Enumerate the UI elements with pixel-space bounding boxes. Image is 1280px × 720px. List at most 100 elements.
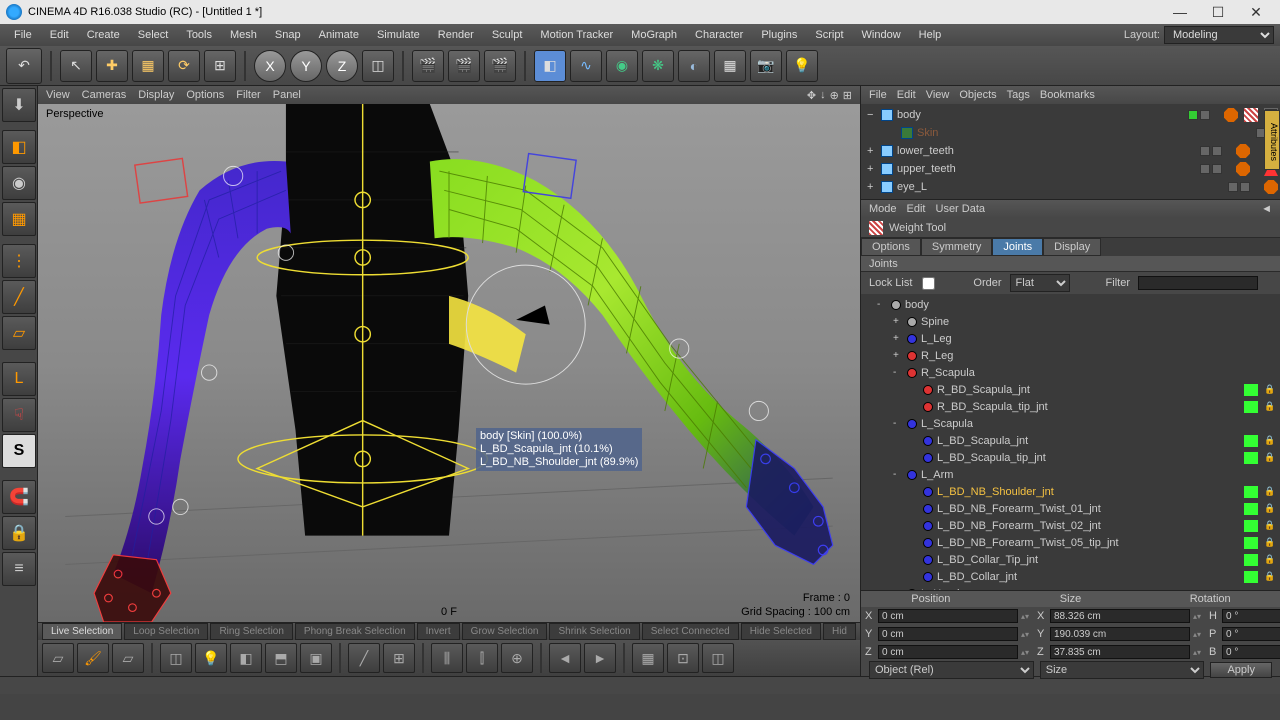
joint-row[interactable]: L_BD_NB_Forearm_Twist_05_tip_jnt🔒	[861, 534, 1280, 551]
workplane-mode[interactable]: ▦	[2, 202, 36, 236]
weight-swatch[interactable]	[1244, 401, 1258, 413]
weight-swatch[interactable]	[1244, 452, 1258, 464]
joint-row[interactable]: -L_Arm	[861, 466, 1280, 483]
lock-icon[interactable]: 🔒	[1264, 384, 1274, 395]
weight-swatch[interactable]	[1244, 435, 1258, 447]
rotate-tool[interactable]: ⟳	[168, 50, 200, 82]
sel-hide[interactable]: Hide Selected	[741, 623, 821, 640]
om-objects[interactable]: Objects	[959, 89, 996, 101]
move-tool[interactable]: ✚	[96, 50, 128, 82]
lock-mode[interactable]: 🔒	[2, 516, 36, 550]
maximize-button[interactable]: ☐	[1200, 2, 1236, 22]
vp-menu-filter[interactable]: Filter	[236, 89, 260, 101]
weight-swatch[interactable]	[1244, 486, 1258, 498]
joint-row[interactable]: L_BD_NB_Shoulder_jnt🔒	[861, 483, 1280, 500]
coord-input[interactable]	[1050, 645, 1190, 659]
weight-swatch[interactable]	[1244, 503, 1258, 515]
sel-hid[interactable]: Hid	[823, 623, 856, 640]
attributes-side-tab[interactable]: Attributes	[1264, 110, 1280, 170]
add-lamp[interactable]: 💡	[786, 50, 818, 82]
mt-next[interactable]: ►	[584, 643, 616, 673]
mt-slide[interactable]: ⫼	[431, 643, 463, 673]
coord-input[interactable]	[878, 645, 1018, 659]
coord-input[interactable]	[878, 627, 1018, 641]
coord-input[interactable]	[1222, 627, 1280, 641]
menu-help[interactable]: Help	[911, 26, 950, 44]
spinner-icon[interactable]: ▴▾	[1021, 630, 1029, 639]
weight-swatch[interactable]	[1244, 571, 1258, 583]
joints-tree[interactable]: -body+Spine+L_Leg+R_Leg-R_ScapulaR_BD_Sc…	[861, 294, 1280, 590]
om-bookmarks[interactable]: Bookmarks	[1040, 89, 1095, 101]
mt-create[interactable]: ▱	[42, 643, 74, 673]
lock-icon[interactable]: 🔒	[1264, 503, 1274, 514]
y-axis-lock[interactable]: Y	[290, 50, 322, 82]
undo-button[interactable]: ↶	[6, 48, 42, 84]
joint-row[interactable]: R_BD_Scapula_tip_jnt🔒	[861, 398, 1280, 415]
scale-tool[interactable]: ▦	[132, 50, 164, 82]
z-axis-lock[interactable]: Z	[326, 50, 358, 82]
joint-row[interactable]: -R_Scapula	[861, 364, 1280, 381]
joint-row[interactable]: +R_Leg	[861, 347, 1280, 364]
menu-window[interactable]: Window	[854, 26, 909, 44]
sel-ring[interactable]: Ring Selection	[210, 623, 292, 640]
model-mode[interactable]: ◧	[2, 130, 36, 164]
mt-loop[interactable]: ⊞	[383, 643, 415, 673]
menu-render[interactable]: Render	[430, 26, 482, 44]
apply-button[interactable]: Apply	[1210, 662, 1272, 678]
joint-row[interactable]: +Spine	[861, 313, 1280, 330]
vp-menu-options[interactable]: Options	[186, 89, 224, 101]
lock-icon[interactable]: 🔒	[1264, 554, 1274, 565]
weight-swatch[interactable]	[1244, 554, 1258, 566]
coord-input[interactable]	[1222, 609, 1280, 623]
add-camera[interactable]: ▦	[714, 50, 746, 82]
menu-character[interactable]: Character	[687, 26, 751, 44]
joint-row[interactable]: L_BD_Scapula_jnt🔒	[861, 432, 1280, 449]
mt-brush[interactable]: 🖌	[77, 643, 109, 673]
menu-sculpt[interactable]: Sculpt	[484, 26, 531, 44]
tag-icon[interactable]	[1236, 144, 1250, 158]
weight-swatch[interactable]	[1244, 384, 1258, 396]
sel-shrink[interactable]: Shrink Selection	[549, 623, 639, 640]
tab-options[interactable]: Options	[861, 238, 921, 256]
tag-icon[interactable]	[1264, 180, 1278, 194]
lock-icon[interactable]: 🔒	[1264, 401, 1274, 412]
render-settings[interactable]: 🎬	[484, 50, 516, 82]
add-deformer[interactable]: ❋	[642, 50, 674, 82]
add-environment[interactable]: ◐	[678, 50, 710, 82]
tab-symmetry[interactable]: Symmetry	[921, 238, 993, 256]
add-spline[interactable]: ∿	[570, 50, 602, 82]
joint-row[interactable]: R_BD_Scapula_jnt🔒	[861, 381, 1280, 398]
menu-create[interactable]: Create	[79, 26, 128, 44]
sel-phong[interactable]: Phong Break Selection	[295, 623, 415, 640]
tab-display[interactable]: Display	[1043, 238, 1101, 256]
filter-input[interactable]	[1138, 276, 1258, 290]
menu-select[interactable]: Select	[130, 26, 177, 44]
am-edit[interactable]: Edit	[907, 203, 926, 215]
mt-bevel[interactable]: ◧	[230, 643, 262, 673]
lock-icon[interactable]: 🔒	[1264, 571, 1274, 582]
spinner-icon[interactable]: ▴▾	[1021, 648, 1029, 657]
object-manager[interactable]: −body Skin✓ +lower_teeth +upper_teeth +e…	[861, 104, 1280, 200]
sel-live[interactable]: Live Selection	[42, 623, 122, 640]
sel-grow[interactable]: Grow Selection	[462, 623, 548, 640]
mt-optimize[interactable]: ◫	[702, 643, 734, 673]
spinner-icon[interactable]: ▴▾	[1021, 612, 1029, 621]
mt-magnet[interactable]: ▱	[112, 643, 144, 673]
mt-spin[interactable]: ⫿	[466, 643, 498, 673]
am-mode[interactable]: Mode	[869, 203, 897, 215]
menu-tools[interactable]: Tools	[178, 26, 220, 44]
am-userdata[interactable]: User Data	[936, 203, 986, 215]
coord-input[interactable]	[878, 609, 1018, 623]
close-button[interactable]: ✕	[1238, 2, 1274, 22]
edge-mode[interactable]: ╱	[2, 280, 36, 314]
joint-row[interactable]: L_BD_Collar_jnt🔒	[861, 568, 1280, 585]
make-editable[interactable]: ⬇	[2, 88, 36, 122]
joint-row[interactable]: -L_Scapula	[861, 415, 1280, 432]
lock-icon[interactable]: 🔒	[1264, 537, 1274, 548]
menu-motion-tracker[interactable]: Motion Tracker	[532, 26, 621, 44]
menu-mesh[interactable]: Mesh	[222, 26, 265, 44]
mt-collapse[interactable]: ⊡	[667, 643, 699, 673]
add-cube[interactable]: ◧	[534, 50, 566, 82]
vp-menu-view[interactable]: View	[46, 89, 70, 101]
mt-knife[interactable]: ╱	[348, 643, 380, 673]
